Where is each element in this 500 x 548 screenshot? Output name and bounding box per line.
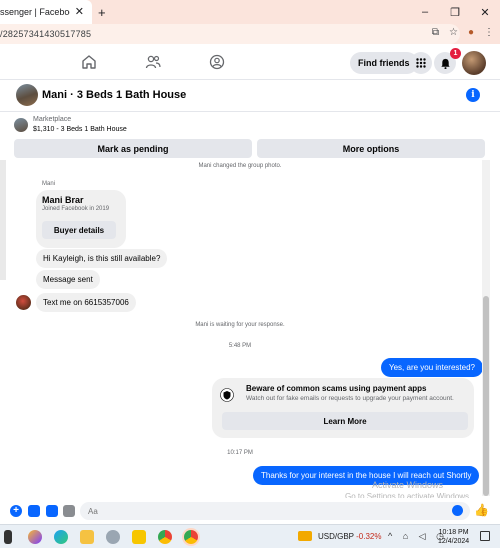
address-bar-row: /28257341430517785 ⧉ ☆ ● ⋮ — [0, 24, 500, 44]
browser-tab-strip: ssenger | Facebook ✕ + – ❐ ✕ — [0, 0, 500, 24]
browser-profile-icon[interactable]: ● — [468, 27, 474, 38]
chrome-icon[interactable] — [158, 530, 172, 544]
grid-icon — [416, 58, 426, 68]
mark-as-pending-button[interactable]: Mark as pending — [14, 139, 252, 158]
thread-scrollbar[interactable] — [482, 160, 490, 496]
photo-icon[interactable] — [28, 505, 40, 517]
scam-warning-title: Beware of common scams using payment app… — [246, 384, 427, 393]
timestamp: 5:48 PM — [228, 343, 252, 349]
taskbar-clock[interactable]: 10:18 PM 12/4/2024 — [438, 528, 469, 546]
app-icon[interactable] — [106, 530, 120, 544]
url-text: /28257341430517785 — [0, 29, 92, 39]
address-bar[interactable]: /28257341430517785 — [0, 24, 460, 44]
marketplace-banner: Marketplace $1,310 - 3 Beds 1 Bath House… — [0, 113, 500, 159]
notification-center-icon[interactable] — [480, 531, 490, 541]
incoming-message[interactable]: Hi Kayleigh, is this still available? — [36, 249, 168, 268]
profile-name[interactable]: Mani Brar — [42, 195, 84, 205]
activate-windows-watermark: Activate Windows — [372, 480, 444, 490]
friends-icon[interactable] — [144, 53, 162, 71]
learn-more-button[interactable]: Learn More — [222, 412, 468, 430]
minimize-button[interactable]: – — [410, 6, 440, 18]
file-explorer-icon[interactable] — [80, 530, 94, 544]
chat-header: Mani · 3 Beds 1 Bath House i — [0, 80, 500, 112]
chrome-active-icon[interactable] — [184, 530, 198, 544]
currency-change: -0.32% — [356, 532, 382, 541]
menu-grid-button[interactable] — [410, 52, 432, 74]
marketplace-label: Marketplace — [33, 116, 72, 123]
listing-thumbnail[interactable] — [14, 118, 28, 132]
profile-joined: Joined Facebook in 2019 — [42, 206, 110, 212]
buyer-profile-card: Mani Brar Joined Facebook in 2019 Buyer … — [36, 190, 126, 248]
more-options-button[interactable]: More options — [257, 139, 485, 158]
outgoing-message[interactable]: Yes, are you interested? — [381, 358, 483, 377]
notification-badge: 1 — [450, 48, 461, 59]
address-bar-icons: ⧉ ☆ ● ⋮ — [432, 27, 494, 38]
emoji-icon[interactable] — [452, 505, 463, 516]
facebook-top-nav: Find friends 1 — [0, 44, 500, 80]
system-message: Mani changed the group photo. — [198, 163, 282, 169]
find-friends-button[interactable]: Find friends — [350, 52, 418, 74]
close-window-button[interactable]: ✕ — [470, 6, 500, 19]
info-icon[interactable]: i — [466, 88, 480, 102]
chat-title[interactable]: Mani · 3 Beds 1 Bath House — [42, 89, 186, 101]
left-scrollbar[interactable] — [0, 160, 6, 280]
stocks-icon — [298, 531, 312, 541]
thumbs-up-icon[interactable]: 👍 — [474, 503, 489, 517]
sender-name: Mani — [42, 181, 56, 187]
account-avatar[interactable] — [462, 51, 486, 75]
copilot-icon[interactable] — [28, 530, 42, 544]
currency-pair: USD/GBP — [318, 532, 354, 541]
scam-warning-card: Beware of common scams using payment app… — [212, 378, 474, 438]
install-app-icon[interactable]: ⧉ — [432, 27, 439, 38]
message-input[interactable] — [80, 502, 470, 520]
new-tab-button[interactable]: + — [98, 5, 106, 20]
sticky-notes-icon[interactable] — [132, 530, 146, 544]
listing-price[interactable]: $1,310 - 3 Beds 1 Bath House — [33, 126, 127, 133]
plus-icon[interactable]: + — [10, 505, 22, 517]
window-controls: – ❐ ✕ — [410, 0, 500, 24]
sticker-icon[interactable] — [46, 505, 58, 517]
incoming-message[interactable]: Text me on 6615357006 — [36, 293, 136, 312]
groups-icon[interactable] — [208, 53, 226, 71]
scam-warning-text: Watch out for fake emails or requests to… — [246, 395, 454, 402]
waiting-notice: Mani is waiting for your response. — [195, 322, 285, 328]
home-icon[interactable] — [80, 53, 98, 71]
bookmark-star-icon[interactable]: ☆ — [449, 27, 458, 38]
incoming-message[interactable]: Message sent — [36, 270, 100, 289]
edge-icon[interactable] — [54, 530, 68, 544]
sender-avatar[interactable] — [16, 295, 31, 310]
clock-time: 10:18 PM — [438, 529, 469, 536]
group-avatar[interactable] — [16, 84, 38, 106]
outgoing-message[interactable]: Thanks for your interest in the house I … — [253, 466, 480, 485]
gif-icon[interactable] — [63, 505, 75, 517]
bell-icon — [440, 58, 450, 69]
message-composer: + 👍 — [0, 498, 500, 524]
clock-date: 12/4/2024 — [438, 538, 470, 545]
tab-close-icon[interactable]: ✕ — [75, 5, 84, 18]
message-thread: Mani changed the group photo. Mani Mani … — [0, 160, 500, 496]
tab-title: ssenger | Facebook — [0, 7, 70, 17]
windows-taskbar: USD/GBP -0.32% ^ ⌂ ◁ ◷ 10:18 PM 12/4/202… — [0, 524, 500, 548]
buyer-details-button[interactable]: Buyer details — [42, 221, 116, 239]
task-view-icon[interactable] — [4, 530, 12, 544]
timestamp: 10:17 PM — [227, 450, 253, 456]
stock-ticker[interactable]: USD/GBP -0.32% — [318, 532, 381, 541]
browser-tab[interactable]: ssenger | Facebook ✕ — [0, 0, 92, 24]
scroll-thumb[interactable] — [483, 296, 489, 496]
browser-menu-icon[interactable]: ⋮ — [484, 27, 494, 38]
shield-icon — [220, 388, 234, 402]
maximize-button[interactable]: ❐ — [440, 6, 470, 19]
